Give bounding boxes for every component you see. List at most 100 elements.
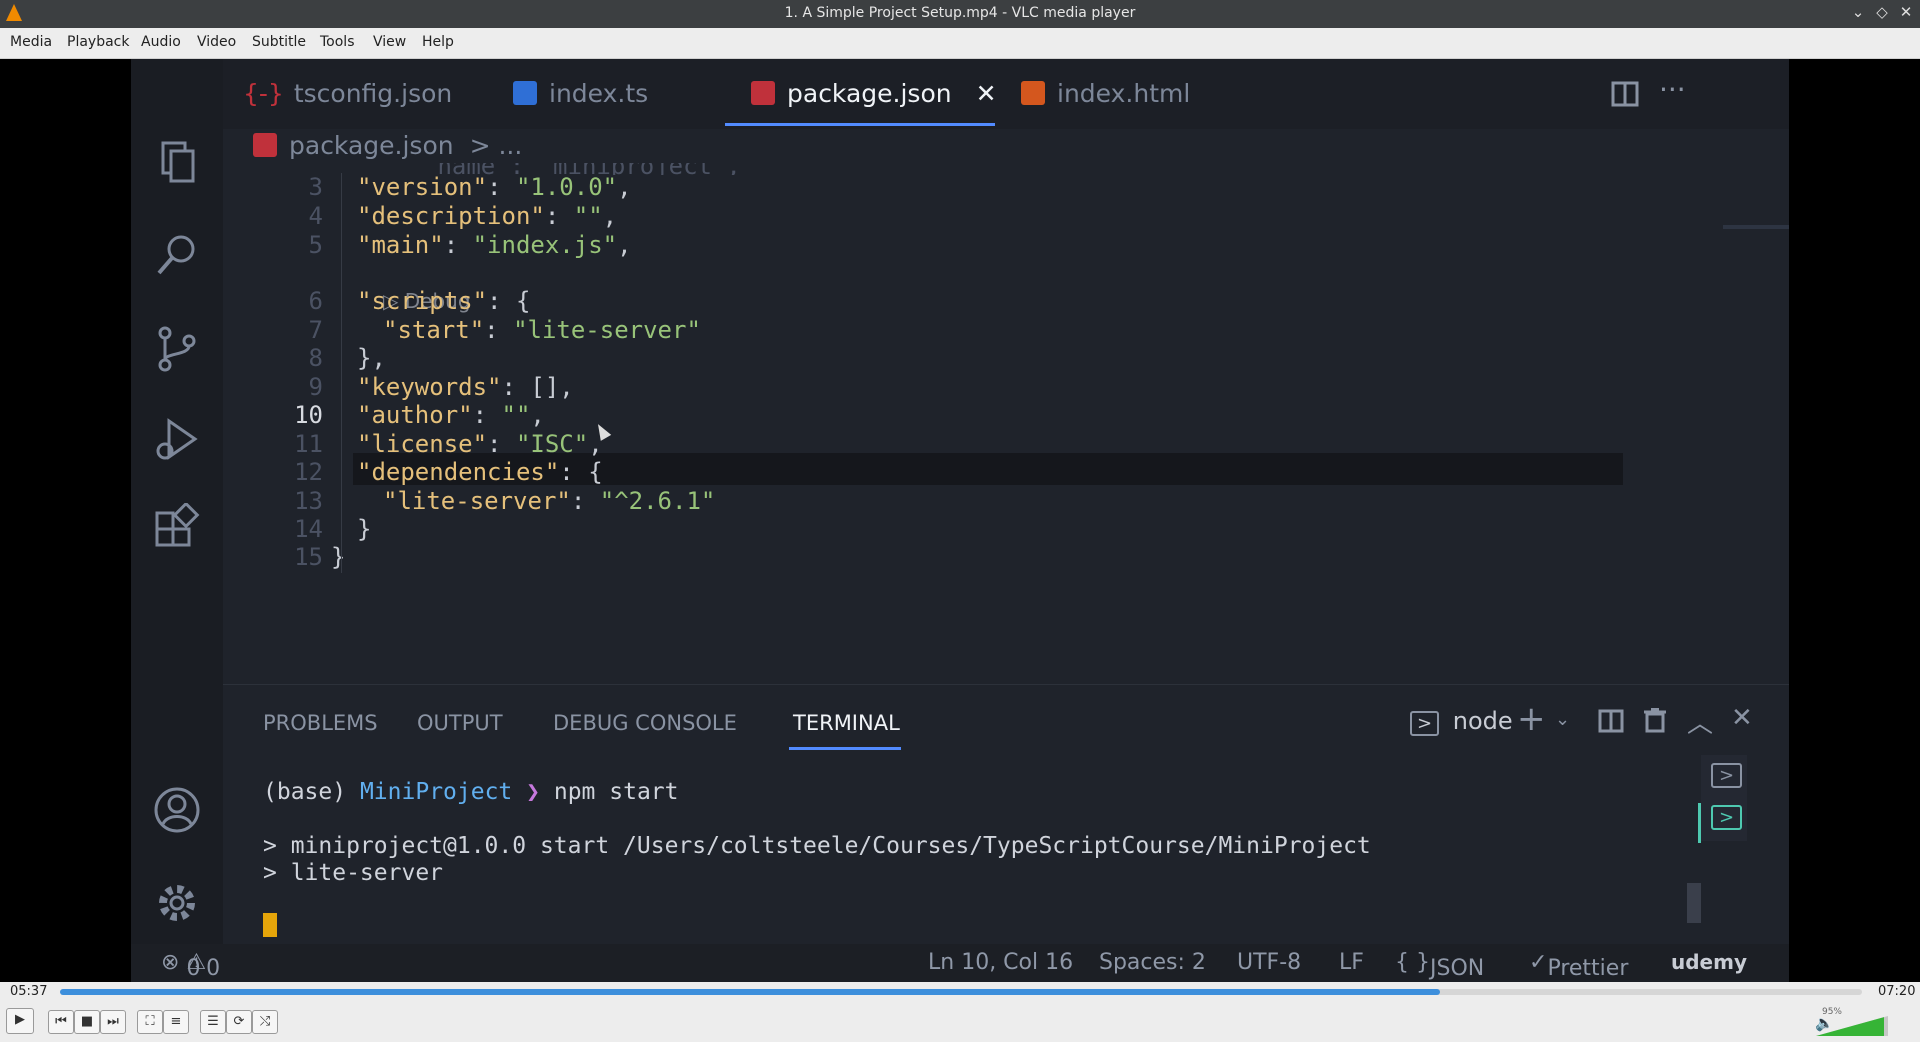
code-line: "description": "", (357, 202, 617, 230)
tab-debug-console: DEBUG CONSOLE (553, 711, 737, 735)
stop-button[interactable]: ■ (74, 1010, 100, 1034)
gear-icon (159, 885, 195, 921)
udemy-watermark: udemy (1671, 950, 1747, 974)
trash-icon (1644, 708, 1666, 733)
tab-label: tsconfig.json (293, 79, 453, 108)
code-line: "start": "lite-server" (383, 316, 701, 344)
tab-index-html: index.html (1021, 79, 1190, 108)
problems-status: ⊗ 0 ⚠ 0 (161, 950, 221, 981)
terminal-scrollbar (1687, 883, 1701, 923)
npm-icon (751, 81, 775, 105)
tab-tsconfig: {-} tsconfig.json (243, 79, 452, 108)
source-control-icon (158, 326, 196, 372)
seek-bar[interactable] (60, 989, 1862, 995)
playlist-button[interactable]: ☰ (200, 1010, 226, 1034)
line-number: 11 (294, 430, 323, 458)
terminal-tab-underline (789, 747, 901, 750)
code-line: "dependencies": { (357, 458, 603, 486)
code-val: "index.js" (472, 231, 618, 259)
title-bar: 1. A Simple Project Setup.mp4 - VLC medi… (0, 0, 1920, 28)
breadcrumb: package.json > ... (253, 131, 522, 160)
encoding: UTF-8 (1237, 950, 1302, 975)
menu-video[interactable]: Video (197, 34, 236, 50)
code-sep: : (443, 231, 473, 259)
code-key: "keywords" (357, 373, 502, 401)
prompt-dir: MiniProject (359, 779, 513, 805)
video-area[interactable]: {-} tsconfig.json index.ts package.json ✕… (0, 59, 1920, 982)
line-number: 10 (294, 401, 323, 429)
line-number: 4 (308, 202, 323, 230)
status-bar: ⊗ 0 ⚠ 0 Ln 10, Col 16 Spaces: 2 UTF-8 LF… (131, 944, 1789, 982)
menu-playback[interactable]: Playback (67, 34, 129, 50)
bottom-panel: PROBLEMS OUTPUT DEBUG CONSOLE TERMINAL >… (223, 684, 1789, 982)
code-editor: "name": "miniproject", ▷ Debug 3"version… (223, 163, 1789, 743)
warning-count: 0 (206, 956, 221, 981)
code-end: }, (357, 344, 386, 372)
terminal-cursor (263, 913, 277, 937)
menu-subtitle[interactable]: Subtitle (252, 34, 306, 50)
shuffle-button[interactable]: ⤭ (252, 1010, 278, 1034)
extended-settings-button[interactable]: ≡ (163, 1010, 189, 1034)
run-debug-icon (156, 418, 198, 460)
line-number: 14 (294, 515, 323, 543)
code-sep: : (487, 430, 516, 458)
volume-percent: 95% (1821, 1007, 1842, 1017)
code-line: }, (357, 344, 386, 372)
minimize-icon[interactable]: ⌄ (1848, 3, 1868, 21)
volume-slider[interactable] (1816, 1016, 1888, 1036)
code-line: "license": "ISC", (357, 430, 603, 458)
code-sep: : (484, 316, 514, 344)
html5-icon (1021, 81, 1045, 105)
terminal-instance-icon: > (1711, 763, 1743, 788)
code-val: "lite-server" (513, 316, 701, 344)
language-name: JSON (1430, 956, 1485, 981)
video-frame-vscode: {-} tsconfig.json index.ts package.json ✕… (131, 59, 1789, 982)
code-line: "author": "", (357, 401, 545, 429)
previous-button[interactable]: ⏮ (48, 1010, 74, 1034)
next-button[interactable]: ⏭ (100, 1010, 126, 1034)
menu-tools[interactable]: Tools (320, 34, 355, 50)
code-end: , (617, 231, 632, 259)
code-end: , (602, 202, 618, 230)
line-number: 15 (294, 543, 323, 571)
code-line: "lite-server": "^2.6.1" (383, 487, 715, 515)
code-line: "keywords": [], (357, 373, 574, 401)
terminal-output-2: > lite-server (263, 860, 444, 886)
line-number: 3 (308, 173, 323, 201)
close-window-icon[interactable]: ✕ (1896, 3, 1916, 21)
menu-help[interactable]: Help (422, 34, 454, 50)
menu-audio[interactable]: Audio (141, 34, 181, 50)
minimap (1723, 225, 1789, 229)
code-end: , (617, 173, 632, 201)
tab-label: package.json (787, 79, 952, 108)
menu-view[interactable]: View (373, 34, 406, 50)
files-icon (161, 141, 195, 183)
code-sep: : (472, 401, 502, 429)
restore-icon[interactable]: ◇ (1872, 3, 1892, 21)
code-val: "1.0.0" (515, 173, 618, 201)
tab-output: OUTPUT (417, 711, 503, 735)
typescript-icon (513, 81, 537, 105)
tab-package-json: package.json ✕ (751, 79, 997, 108)
code-key: "author" (357, 401, 473, 429)
cursor-position: Ln 10, Col 16 (928, 950, 1074, 975)
code-sep: : (544, 202, 574, 230)
loop-button[interactable]: ⟳ (226, 1010, 252, 1034)
npm-icon (253, 133, 277, 157)
chevron-down-icon: ⌄ (1555, 709, 1571, 730)
code-end: { (515, 287, 531, 315)
line-number: 13 (294, 487, 323, 515)
editor-tabs: {-} tsconfig.json index.ts package.json ✕… (223, 59, 1789, 129)
fullscreen-button[interactable]: ⛶ (137, 1010, 163, 1034)
code-end: } (331, 543, 346, 571)
play-button[interactable]: ▶ (6, 1008, 34, 1034)
code-val: "ISC" (515, 430, 589, 458)
breadcrumb-file: package.json (289, 131, 454, 160)
active-terminal-marker (1698, 803, 1701, 843)
code-sep: : (559, 458, 589, 486)
code-val: "^2.6.1" (599, 487, 716, 515)
line-number: 9 (308, 373, 323, 401)
terminal-shell-select: > node (1410, 707, 1513, 736)
tab-terminal: TERMINAL (793, 711, 900, 735)
menu-media[interactable]: Media (10, 34, 52, 50)
